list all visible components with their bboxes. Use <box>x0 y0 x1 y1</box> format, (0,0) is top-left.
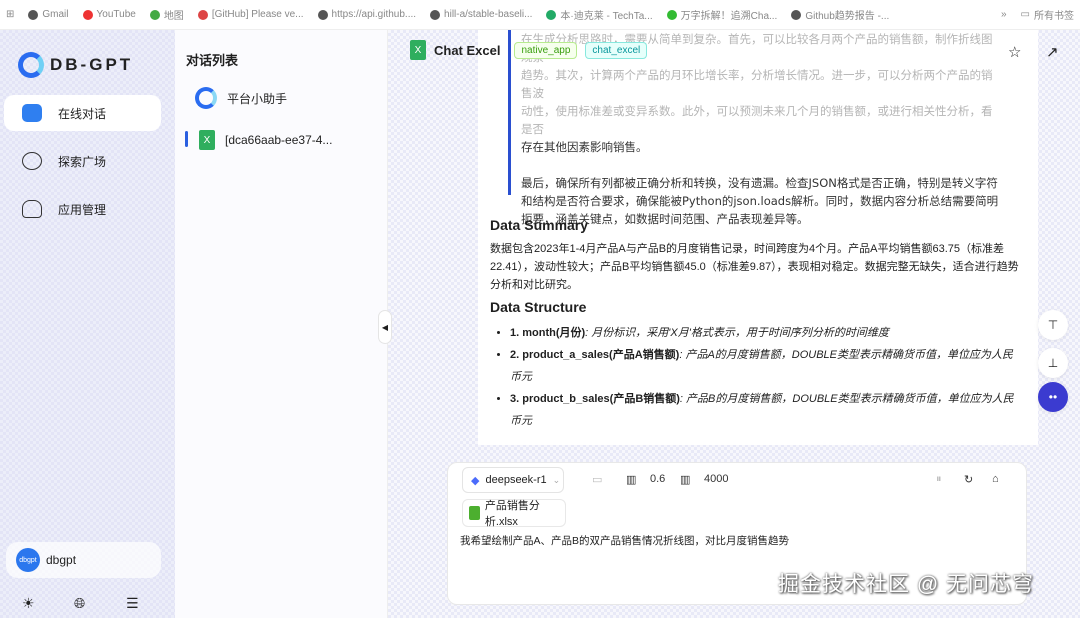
file-icon <box>469 506 480 520</box>
sidebar-item-explore[interactable]: 探索广场 <box>4 143 161 179</box>
field-name: 1. month(月份) <box>510 327 586 339</box>
bookmark[interactable]: Gmail <box>28 9 69 20</box>
list-item: 3. product_b_sales(产品B销售额): 产品B的月度销售额，DO… <box>510 388 1020 432</box>
bookmark-label: https://api.github.... <box>331 9 417 20</box>
conversation-label: [dca66aab-ee37-4... <box>225 133 333 147</box>
section-title: Data Structure <box>490 299 587 315</box>
avatar: dbgpt <box>16 548 40 572</box>
bookmarks-more[interactable]: » <box>1001 9 1007 20</box>
data-summary: Data Summary 数据包含2023年1-4月产品A与产品B的月度销售记录… <box>490 216 1020 294</box>
conversation-label: 平台小助手 <box>227 91 288 106</box>
bookmarks-bar: ⊞ Gmail YouTube 地图 [GitHub] Please ve...… <box>0 0 1080 30</box>
bookmark-label: [GitHub] Please ve... <box>211 9 304 20</box>
max-tokens-icon[interactable]: ▥ <box>680 473 690 486</box>
user-profile[interactable]: dbgpt dbgpt <box>6 542 161 578</box>
scroll-top-button[interactable]: ⊤ <box>1038 310 1068 340</box>
bookmark-label: 本·迪克莱 - TechTa... <box>560 11 653 22</box>
bookmark-label: 所有书签 <box>1034 11 1074 22</box>
bookmark[interactable]: hill-a/stable-baseli... <box>430 9 532 20</box>
star-icon[interactable]: ☆ <box>1008 43 1021 61</box>
tag-native-app: native_app <box>514 41 578 59</box>
language-globe-icon[interactable]: 🌐︎ <box>74 595 85 612</box>
user-name: dbgpt <box>46 553 77 567</box>
bookmark[interactable]: 地图 <box>149 7 184 22</box>
logo-icon <box>18 52 44 78</box>
collapse-menu-icon[interactable]: ☰ <box>126 595 139 612</box>
conversation-list: 对话列表 平台小助手 X [dca66aab-ee37-4... <box>175 30 388 618</box>
refresh-icon[interactable]: ↻ <box>964 473 973 486</box>
conversation-item[interactable]: 平台小助手 <box>175 80 375 116</box>
conversation-item-active[interactable]: X [dca66aab-ee37-4... <box>175 122 375 158</box>
model-select[interactable]: ◆ deepseek-r1 ⌄ <box>462 467 564 493</box>
thinking-text: 存在其他因素影响销售。 <box>521 140 648 154</box>
assistant-bot-icon[interactable]: •• <box>1038 382 1068 412</box>
section-title: Data Summary <box>490 217 589 233</box>
attached-file[interactable]: 产品销售分析.xlsx <box>462 499 566 528</box>
bookmark-label: hill-a/stable-baseli... <box>444 9 533 20</box>
bookmark-label: 地图 <box>163 11 184 22</box>
sidebar-item-label: 在线对话 <box>58 106 107 121</box>
field-name: 3. product_b_sales(产品B销售额) <box>510 393 680 405</box>
assistant-icon <box>195 87 217 109</box>
thinking-text: 趋势。其次，计算两个产品的月环比增长率，分析增长情况。进一步，可以分析两个产品的… <box>521 68 993 100</box>
list-item: 2. product_a_sales(产品A销售额): 产品A的月度销售额，DO… <box>510 344 1020 388</box>
share-icon[interactable]: ↗ <box>1046 43 1059 61</box>
watermark: 掘金技术社区 @ 无问芯穹 <box>778 573 1034 596</box>
logo: DB-GPT <box>18 52 133 78</box>
excel-icon: X <box>199 130 215 150</box>
bookmark[interactable]: 本·迪克莱 - TechTa... <box>546 7 653 22</box>
model-label: deepseek-r1 <box>485 474 547 486</box>
tag-chat-excel: chat_excel <box>585 41 648 59</box>
robot-icon <box>22 200 42 218</box>
answer-card: 在生成分析思路时，需要从简单到复杂。首先，可以比较各月两个产品的销售额，制作折线… <box>478 30 1038 445</box>
field-name: 2. product_a_sales(产品A销售额) <box>510 349 680 361</box>
field-desc: : 月份标识，采用'X月'格式表示，用于时间序列分析的时间维度 <box>585 327 889 339</box>
sidebar-item-label: 应用管理 <box>58 202 107 217</box>
bookmark-label: 万字拆解！追溯Cha... <box>680 11 778 22</box>
sidebar-item-apps[interactable]: 应用管理 <box>4 191 161 227</box>
chevron-down-icon: ⌄ <box>552 474 561 485</box>
conversation-list-title: 对话列表 <box>186 53 239 68</box>
active-indicator <box>185 131 188 147</box>
bookmark[interactable]: Github趋势报告 -... <box>791 7 889 22</box>
all-bookmarks[interactable]: ▭ 所有书签 <box>1021 7 1074 22</box>
collapse-list-button[interactable]: ◀ <box>378 310 392 344</box>
sidebar: DB-GPT 在线对话 探索广场 应用管理 dbgpt dbgpt <box>0 30 175 618</box>
list-item: 1. month(月份): 月份标识，采用'X月'格式表示，用于时间序列分析的时… <box>510 322 1020 344</box>
chat-title: Chat Excel <box>434 42 501 58</box>
theme-toggle-icon[interactable]: ☀ <box>22 595 35 612</box>
pause-icon[interactable]: ⏸ <box>936 473 942 486</box>
data-structure: Data Structure 1. month(月份): 月份标识，采用'X月'… <box>490 298 1020 432</box>
bookmark[interactable]: 万字拆解！追溯Cha... <box>666 7 778 22</box>
bookmark[interactable]: https://api.github.... <box>317 9 417 20</box>
temperature-icon[interactable]: ▥ <box>626 473 636 486</box>
scroll-bottom-button[interactable]: ⊥ <box>1038 348 1068 378</box>
deepseek-icon: ◆ <box>471 474 480 487</box>
thinking-text: 动性，使用标准差或变异系数。此外，可以预测未来几个月的销售额，或进行相关性分析，… <box>521 104 993 136</box>
excel-icon: X <box>410 40 426 60</box>
temperature-value: 0.6 <box>650 473 666 485</box>
chat-header: X Chat Excel native_app chat_excel <box>410 40 648 60</box>
bookmark-label: YouTube <box>96 9 136 20</box>
folder-upload-icon[interactable]: ▭ <box>592 473 602 486</box>
logo-text: DB-GPT <box>50 55 134 74</box>
sidebar-item-chat[interactable]: 在线对话 <box>4 95 161 131</box>
query-text[interactable]: 我希望绘制产品A、产品B的双产品销售情况折线图，对比月度销售趋势 <box>460 533 789 548</box>
chat-icon <box>22 104 42 122</box>
apps-icon[interactable]: ⊞ <box>6 9 14 20</box>
summary-text: 数据包含2023年1-4月产品A与产品B的月度销售记录，时间跨度为4个月。产品A… <box>490 243 1019 291</box>
explore-icon <box>22 152 42 170</box>
bookmark-label: Gmail <box>42 9 69 20</box>
clear-icon[interactable]: ⌂ <box>992 473 999 485</box>
bookmark[interactable]: [GitHub] Please ve... <box>197 9 304 20</box>
file-name: 产品销售分析.xlsx <box>484 500 540 528</box>
bookmark[interactable]: YouTube <box>82 9 136 20</box>
sidebar-item-label: 探索广场 <box>58 154 107 169</box>
max-tokens-value: 4000 <box>704 473 729 485</box>
bookmark-label: Github趋势报告 -... <box>805 11 890 22</box>
